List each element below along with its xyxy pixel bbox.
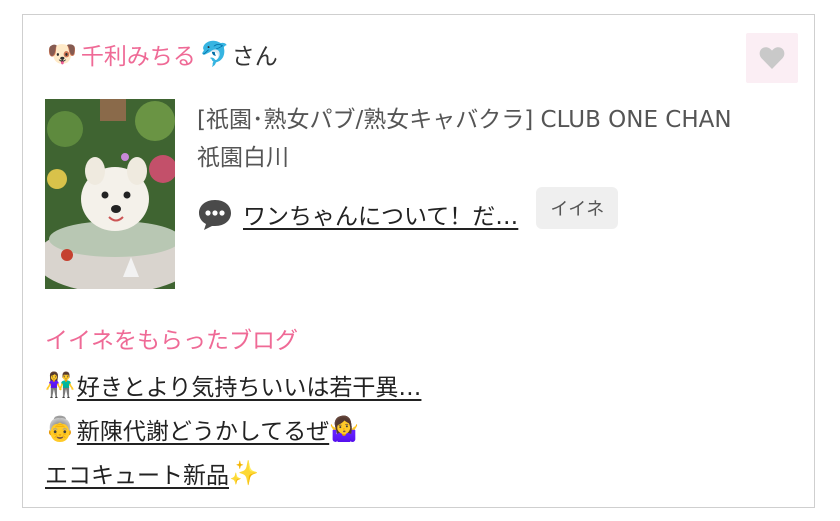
liked-blogs-list: 👫 好きとより気持ちいいは若干異… 👵 新陳代謝どうかしてるぜ 🤷‍♀️ エコキ… bbox=[45, 363, 421, 495]
shop-name[interactable]: [祇園･熟女パブ/熟女キャバクラ] CLUB ONE CHAN bbox=[197, 101, 797, 139]
blog-item-3[interactable]: エコキュート新品 ✨ bbox=[45, 451, 421, 495]
blog-item-1[interactable]: 👫 好きとより気持ちいいは若干異… bbox=[45, 363, 421, 407]
card-header: 🐶 千利みちる 🐬 さん bbox=[47, 37, 278, 71]
iine-button[interactable]: イイネ bbox=[536, 187, 619, 229]
blog-title-link[interactable]: エコキュート新品 bbox=[45, 456, 229, 490]
cast-name-link[interactable]: 千利みちる bbox=[81, 37, 196, 71]
dog-photo-illustration bbox=[45, 99, 175, 289]
favorite-button[interactable] bbox=[746, 33, 798, 83]
old-woman-emoji: 👵 bbox=[45, 415, 75, 443]
heart-icon bbox=[759, 47, 785, 69]
cast-card: 🐶 千利みちる 🐬 さん [祇園･熟女パブ/熟女キャバクラ] CLUB ONE … bbox=[22, 14, 815, 508]
cast-photo[interactable] bbox=[45, 99, 175, 289]
couple-emoji: 👫 bbox=[45, 371, 75, 399]
sparkles-emoji: ✨ bbox=[229, 459, 259, 487]
topic-title-link[interactable]: ワンちゃんについて！だ… bbox=[243, 197, 518, 231]
dolphin-emoji: 🐬 bbox=[199, 40, 230, 68]
blog-title-link[interactable]: 好きとより気持ちいいは若干異… bbox=[77, 368, 422, 402]
honorific-suffix: さん bbox=[231, 44, 278, 70]
liked-blogs-heading: イイネをもらったブログ bbox=[45, 328, 298, 354]
blog-title-link[interactable]: 新陳代謝どうかしてるぜ bbox=[77, 412, 329, 446]
shop-area: 祇園白川 bbox=[197, 145, 289, 171]
blog-item-2[interactable]: 👵 新陳代謝どうかしてるぜ 🤷‍♀️ bbox=[45, 407, 421, 451]
shrug-emoji: 🤷‍♀️ bbox=[329, 415, 360, 443]
speech-bubble-icon bbox=[199, 200, 231, 230]
topic-row: ワンちゃんについて！だ… イイネ bbox=[197, 187, 619, 235]
dog-emoji: 🐶 bbox=[47, 40, 77, 68]
shop-info: [祇園･熟女パブ/熟女キャバクラ] CLUB ONE CHAN 祇園白川 bbox=[197, 101, 797, 177]
